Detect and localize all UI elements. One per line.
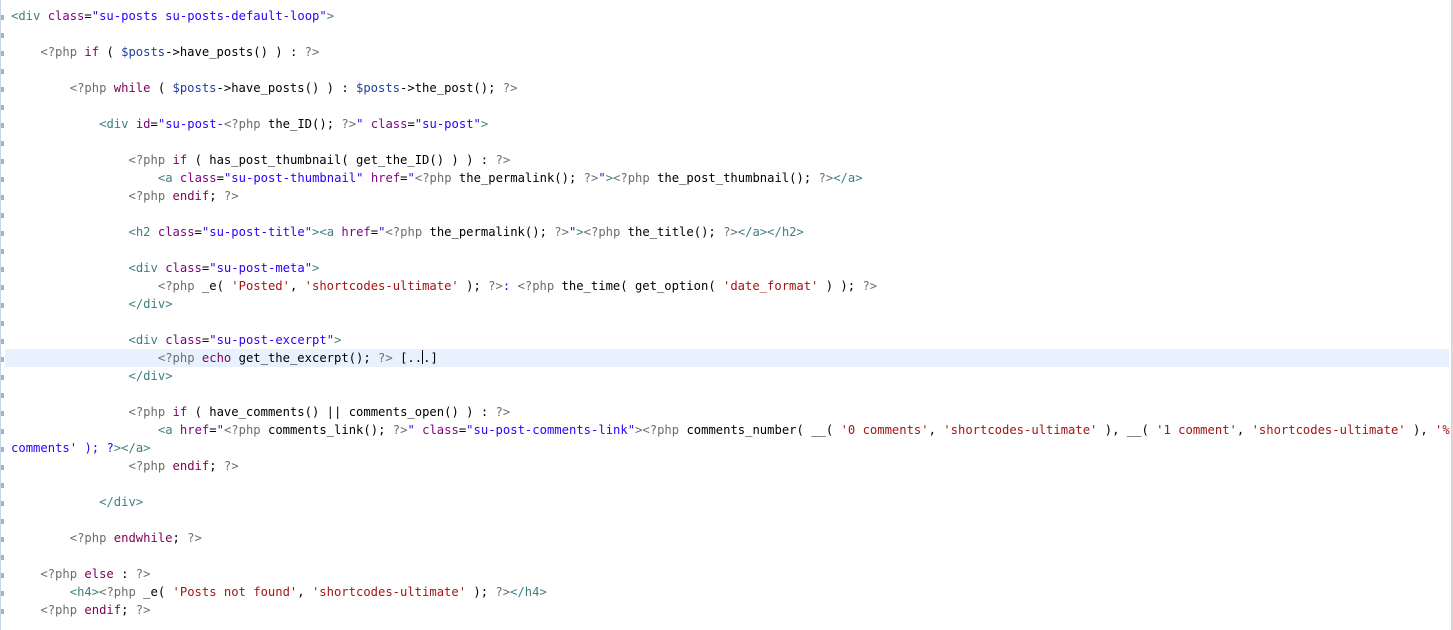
line-marker — [1, 285, 4, 290]
code-line[interactable] — [11, 385, 1449, 403]
code-line[interactable]: <?php endwhile; ?> — [11, 529, 1449, 547]
code-line[interactable] — [11, 313, 1449, 331]
code-line[interactable] — [11, 25, 1449, 43]
code-editor[interactable]: <div class="su-posts su-posts-default-lo… — [0, 0, 1453, 630]
code-line[interactable]: <div id="su-post-<?php the_ID(); ?>" cla… — [11, 115, 1449, 133]
code-line[interactable] — [11, 511, 1449, 529]
line-marker — [1, 303, 4, 308]
code-line[interactable] — [11, 241, 1449, 259]
line-marker — [1, 411, 4, 416]
code-line[interactable] — [11, 547, 1449, 565]
line-marker — [1, 141, 4, 146]
line-marker — [1, 339, 4, 344]
line-marker — [1, 105, 4, 110]
code-line[interactable]: <h4><?php _e( 'Posts not found', 'shortc… — [11, 583, 1449, 601]
code-line[interactable]: <?php endif; ?> — [11, 457, 1449, 475]
line-marker — [1, 159, 4, 164]
line-marker — [1, 393, 4, 398]
line-marker — [1, 555, 4, 560]
code-line[interactable]: <?php while ( $posts->have_posts() ) : $… — [11, 79, 1449, 97]
line-marker — [1, 213, 4, 218]
code-line[interactable] — [11, 133, 1449, 151]
code-line[interactable]: <div class="su-posts su-posts-default-lo… — [11, 7, 1449, 25]
line-marker — [1, 375, 4, 380]
line-marker — [1, 321, 4, 326]
code-line[interactable]: <?php if ( have_comments() || comments_o… — [11, 403, 1449, 421]
code-lines[interactable]: <div class="su-posts su-posts-default-lo… — [5, 7, 1450, 619]
line-marker — [1, 69, 4, 74]
line-marker — [1, 177, 4, 182]
line-marker — [1, 501, 4, 506]
line-marker — [1, 447, 4, 452]
code-line[interactable] — [11, 97, 1449, 115]
line-marker — [1, 231, 4, 236]
code-line[interactable]: <?php _e( 'Posted', 'shortcodes-ultimate… — [11, 277, 1449, 295]
line-marker — [1, 267, 4, 272]
line-marker — [1, 51, 4, 56]
code-line[interactable]: </div> — [11, 367, 1449, 385]
line-marker — [1, 465, 4, 470]
code-line[interactable] — [11, 61, 1449, 79]
code-line[interactable] — [11, 205, 1449, 223]
line-marker — [1, 483, 4, 488]
line-marker — [1, 573, 4, 578]
code-line[interactable]: <?php echo get_the_excerpt(); ?> [...] — [5, 349, 1449, 367]
code-line[interactable]: <?php endif; ?> — [11, 601, 1449, 619]
line-marker — [1, 15, 4, 20]
code-line[interactable]: <?php if ( has_post_thumbnail( get_the_I… — [11, 151, 1449, 169]
code-line[interactable]: <?php if ( $posts->have_posts() ) : ?> — [11, 43, 1449, 61]
line-marker — [1, 87, 4, 92]
line-marker — [1, 357, 4, 362]
code-line[interactable]: </div> — [11, 295, 1449, 313]
line-marker — [1, 33, 4, 38]
code-line[interactable]: <?php endif; ?> — [11, 187, 1449, 205]
line-marker — [1, 537, 4, 542]
line-marker — [1, 195, 4, 200]
line-marker — [1, 429, 4, 434]
code-line[interactable]: </div> — [11, 493, 1449, 511]
code-line[interactable]: <?php else : ?> — [11, 565, 1449, 583]
code-line[interactable]: <div class="su-post-meta"> — [11, 259, 1449, 277]
line-marker — [1, 519, 4, 524]
editor-gutter — [1, 0, 4, 630]
code-line[interactable] — [11, 475, 1449, 493]
code-line[interactable]: <a class="su-post-thumbnail" href="<?php… — [11, 169, 1449, 187]
line-marker — [1, 249, 4, 254]
code-line[interactable]: <h2 class="su-post-title"><a href="<?php… — [11, 223, 1449, 241]
line-marker — [1, 609, 4, 614]
code-line[interactable]: <a href="<?php comments_link(); ?>" clas… — [11, 421, 1450, 439]
line-marker — [1, 123, 4, 128]
line-marker — [1, 591, 4, 596]
code-line[interactable]: <div class="su-post-excerpt"> — [11, 331, 1449, 349]
code-line[interactable]: comments' ); ?></a> — [11, 439, 1449, 457]
